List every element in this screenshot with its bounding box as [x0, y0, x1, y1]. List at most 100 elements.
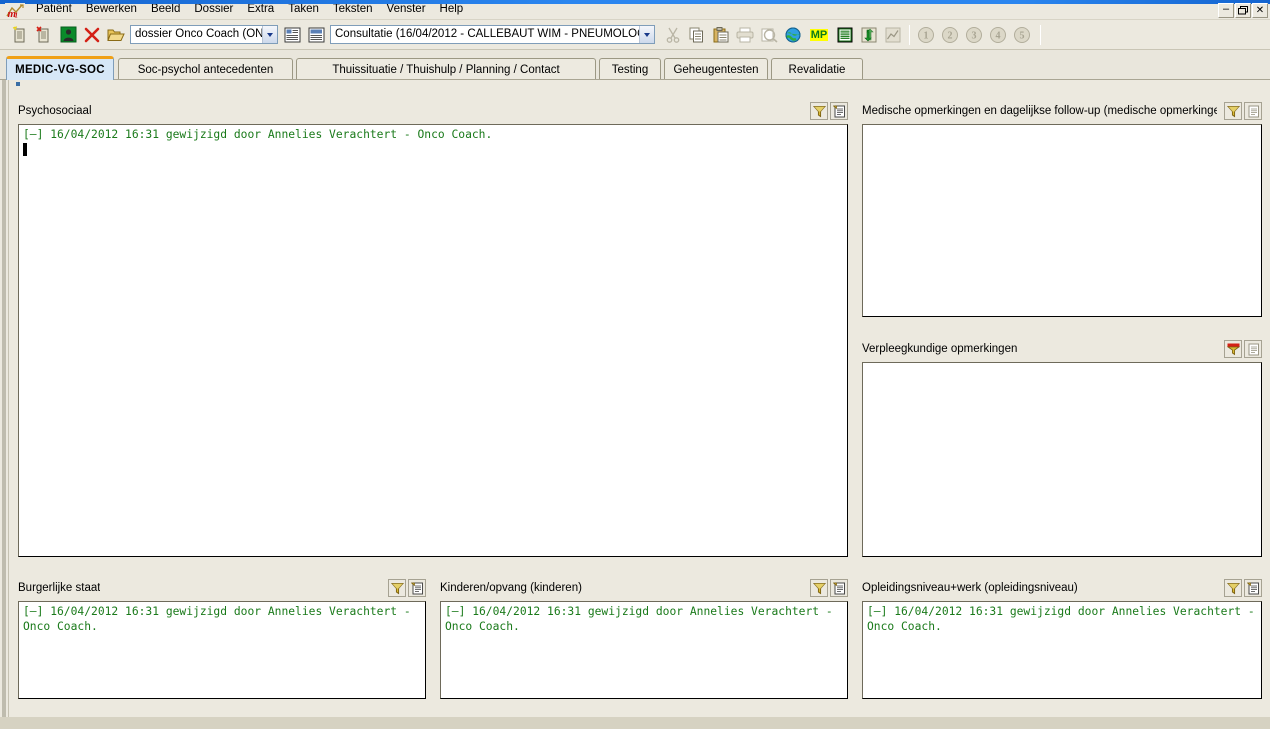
filter-funnel-icon[interactable] [388, 579, 406, 597]
panel-buttons [1224, 340, 1262, 358]
tab-bar: MEDIC-VG-SOC Soc-psychol antecedenten Th… [0, 56, 1270, 80]
panel-medische-opmerkingen: Medische opmerkingen en dagelijkse follo… [862, 102, 1262, 319]
panel-header: Burgerlijke staat [18, 579, 426, 601]
delete-patient-icon[interactable] [33, 24, 55, 46]
page-edit-icon[interactable] [305, 24, 327, 46]
sync-refresh-icon[interactable] [858, 24, 880, 46]
filter-funnel-icon[interactable] [1224, 579, 1242, 597]
panel-title: Burgerlijke staat [18, 582, 101, 594]
panel-burgerlijke-staat: Burgerlijke staat [–] 16/04/2012 16:31 g… [18, 579, 426, 701]
note-document-icon[interactable] [1244, 579, 1262, 597]
entry-text: [–] 16/04/2012 16:31 gewijzigd door Anne… [867, 605, 1255, 633]
restore-button[interactable] [1235, 3, 1251, 18]
note-document-icon[interactable] [408, 579, 426, 597]
tab-label: Revalidatie [788, 63, 846, 76]
tab-label: Thuissituatie / Thuishulp / Planning / C… [332, 63, 560, 76]
entry-text: [–] 16/04/2012 16:31 gewijzigd door Anne… [445, 605, 833, 633]
print-preview-icon[interactable] [758, 24, 780, 46]
open-folder-icon[interactable] [105, 24, 127, 46]
psychosociaal-textbox[interactable]: [–] 16/04/2012 16:31 gewijzigd door Anne… [18, 124, 848, 557]
panel-title: Kinderen/opvang (kinderen) [440, 582, 582, 594]
entry-text: [–] 16/04/2012 16:31 gewijzigd door Anne… [23, 128, 493, 141]
paste-icon[interactable] [710, 24, 732, 46]
tab-label: Geheugentesten [673, 63, 759, 76]
copy-icon[interactable] [686, 24, 708, 46]
svg-text:1: 1 [924, 30, 929, 41]
numbered-button-2[interactable]: 2 [939, 24, 961, 46]
close-red-x-icon[interactable] [81, 24, 103, 46]
filter-funnel-icon[interactable] [1224, 340, 1242, 358]
cut-icon[interactable] [662, 24, 684, 46]
numbered-button-1[interactable]: 1 [915, 24, 937, 46]
left-rail [0, 80, 9, 729]
svg-text:5: 5 [1020, 30, 1025, 41]
numbered-button-4[interactable]: 4 [987, 24, 1009, 46]
window-controls: – ✕ [1218, 3, 1268, 18]
consultation-select[interactable]: Consultatie (16/04/2012 - CALLEBAUT WIM … [330, 25, 655, 44]
tab-label: Soc-psychol antecedenten [137, 63, 274, 76]
panel-verpleegkundige-opmerkingen: Verpleegkundige opmerkingen [862, 340, 1262, 559]
filter-funnel-icon[interactable] [1224, 102, 1242, 120]
minimize-button[interactable]: – [1218, 3, 1234, 18]
mp-label-icon[interactable]: MP [806, 24, 832, 46]
patient-photo-icon[interactable] [57, 24, 79, 46]
tab-geheugentesten[interactable]: Geheugentesten [664, 58, 768, 80]
dossier-select[interactable]: dossier Onco Coach (ONC [130, 25, 278, 44]
opleidingsniveau-textbox[interactable]: [–] 16/04/2012 16:31 gewijzigd door Anne… [862, 601, 1262, 699]
panel-header: Psychosociaal [18, 102, 848, 124]
panel-buttons [1224, 102, 1262, 120]
dossier-select-value: dossier Onco Coach (ONC [135, 28, 263, 40]
new-patient-icon[interactable] [9, 24, 31, 46]
kinderen-opvang-textbox[interactable]: [–] 16/04/2012 16:31 gewijzigd door Anne… [440, 601, 848, 699]
content-area: Psychosociaal [–] 16/04/2012 16:31 gewij… [0, 79, 1270, 729]
document-list-icon[interactable] [834, 24, 856, 46]
medische-opmerkingen-textbox[interactable] [862, 124, 1262, 317]
entry-text: [–] 16/04/2012 16:31 gewijzigd door Anne… [23, 605, 411, 633]
tab-revalidatie[interactable]: Revalidatie [771, 58, 863, 80]
note-document-icon[interactable] [1244, 102, 1262, 120]
note-document-icon[interactable] [830, 579, 848, 597]
panel-opleidingsniveau: Opleidingsniveau+werk (opleidingsniveau) [862, 579, 1262, 701]
tab-medic-vg-soc[interactable]: MEDIC-VG-SOC [6, 56, 114, 80]
filter-funnel-icon[interactable] [810, 102, 828, 120]
panel-header: Opleidingsniveau+werk (opleidingsniveau) [862, 579, 1262, 601]
toolbar-separator-end [1040, 24, 1041, 45]
tab-thuissituatie[interactable]: Thuissituatie / Thuishulp / Planning / C… [296, 58, 596, 80]
close-icon: ✕ [1255, 4, 1265, 16]
svg-text:3: 3 [972, 30, 977, 41]
close-button[interactable]: ✕ [1252, 3, 1268, 18]
tab-soc-psychol-antecedenten[interactable]: Soc-psychol antecedenten [118, 58, 293, 80]
panel-title: Medische opmerkingen en dagelijkse follo… [862, 105, 1217, 117]
application-window: m 1 Patiënt Bewerken Beeld Dossier Extra… [0, 0, 1270, 729]
panel-buttons [810, 579, 848, 597]
verpleegkundige-opmerkingen-textbox[interactable] [862, 362, 1262, 557]
minimize-icon: – [1222, 3, 1230, 15]
tab-testing[interactable]: Testing [599, 58, 661, 80]
toolbar: dossier Onco Coach (ONC Consultatie (16/… [0, 20, 1270, 50]
mp-label-text: MP [809, 28, 829, 41]
panel-title: Opleidingsniveau+werk (opleidingsniveau) [862, 582, 1078, 594]
medica-logo-icon: m 1 [5, 3, 25, 20]
panel-title: Psychosociaal [18, 105, 92, 117]
tab-label: Testing [611, 63, 649, 76]
panel-header: Medische opmerkingen en dagelijkse follo… [862, 102, 1262, 124]
chevron-down-icon[interactable] [262, 26, 277, 43]
numbered-button-5[interactable]: 5 [1011, 24, 1033, 46]
window-titlebar-strip [0, 0, 1270, 4]
print-icon[interactable] [734, 24, 756, 46]
panel-buttons [810, 102, 848, 120]
restore-icon [1236, 4, 1250, 17]
consultation-select-value: Consultatie (16/04/2012 - CALLEBAUT WIM … [335, 28, 639, 40]
numbered-button-3[interactable]: 3 [963, 24, 985, 46]
burgerlijke-staat-textbox[interactable]: [–] 16/04/2012 16:31 gewijzigd door Anne… [18, 601, 426, 699]
page-view-icon[interactable] [281, 24, 303, 46]
panel-psychosociaal: Psychosociaal [–] 16/04/2012 16:31 gewij… [18, 102, 848, 559]
left-rail-track [2, 80, 6, 729]
chart-icon[interactable] [882, 24, 904, 46]
globe-icon[interactable] [782, 24, 804, 46]
panel-title: Verpleegkundige opmerkingen [862, 343, 1018, 355]
chevron-down-icon[interactable] [638, 26, 654, 43]
note-document-icon[interactable] [1244, 340, 1262, 358]
filter-funnel-icon[interactable] [810, 579, 828, 597]
note-document-icon[interactable] [830, 102, 848, 120]
